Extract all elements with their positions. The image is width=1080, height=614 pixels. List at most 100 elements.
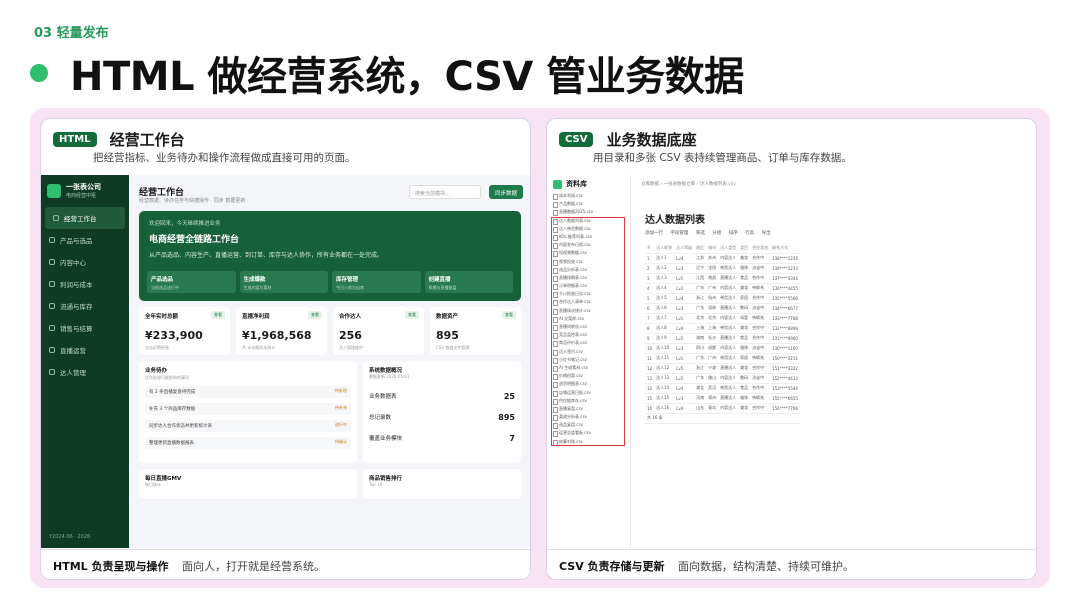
table-cell: 达人5	[654, 293, 675, 304]
kpi-tag[interactable]: 查看	[502, 311, 516, 319]
table-row[interactable]: 10 达人10 Lv3 四川 成都 内容达人 服饰 洽谈中 130****1100	[645, 343, 800, 354]
table-cell: Lv5	[674, 273, 695, 284]
todo-item[interactable]: 有 2 条直播复盘待完成 待处理	[145, 386, 351, 398]
table-cell: 湖北	[694, 383, 707, 394]
column-header[interactable]: 达人昵称	[654, 243, 675, 254]
table-row[interactable]: 3 达人3 Lv5 江西 南昌 直播达人 食品 合作中 137****3344	[645, 273, 800, 284]
table-row[interactable]: 4 达人4 Lv2 广东 广州 内容达人 美妆 待联系 136****4455	[645, 283, 800, 294]
table-cell: Lv2	[674, 333, 695, 344]
sidebar-item-creators[interactable]: 达人管理	[41, 361, 129, 383]
table-cell: 母婴	[738, 313, 751, 324]
column-header[interactable]: 类目	[738, 243, 751, 254]
table-cell: 家居	[738, 353, 751, 364]
file-item[interactable]: 成本利润.csv	[553, 192, 624, 201]
table-cell: 达人3	[654, 273, 675, 284]
sidebar-item-label: 达人管理	[60, 369, 86, 377]
gmv-subtitle: 按日统计	[145, 482, 161, 487]
table-cell: 美妆	[738, 363, 751, 374]
table-row[interactable]: 11 达人11 Lv1 广东 广州 带货达人 家居 待联系 150****2211	[645, 353, 800, 364]
table-row[interactable]: 9 达人9 Lv2 湖南 长沙 直播达人 食品 合作中 131****9900	[645, 333, 800, 344]
table-cell: 江西	[694, 273, 707, 284]
table-cell: 直播达人	[718, 273, 739, 284]
table-cell: 达人13	[654, 373, 675, 384]
table-cell: 广东	[694, 373, 707, 384]
table-cell: 待联系	[750, 393, 771, 404]
tile-label: 产品选品	[151, 277, 174, 283]
hero-tile-live[interactable]: 创建直播 排期与直播复盘	[424, 271, 513, 293]
sync-button[interactable]: 同步数据	[489, 185, 523, 199]
table-row[interactable]: 12 达人12 Lv5 浙江 宁波 直播达人 美妆 合作中 151****3322	[645, 363, 800, 374]
hero-tile-content[interactable]: 生成爆款 生成内容与素材	[239, 271, 328, 293]
kpi-card[interactable]: 合作达人 查看 256 达人管理维护	[333, 307, 424, 355]
todo-item[interactable]: 补充 3 个商品库存数据 待补充	[145, 403, 351, 415]
file-item[interactable]: 产品数据.csv	[553, 200, 624, 209]
explorer-header: 资料库	[553, 179, 624, 189]
column-header[interactable]: 联系方式	[770, 243, 800, 254]
column-header[interactable]: 合作状态	[750, 243, 771, 254]
table-cell: 达人15	[654, 393, 675, 404]
column-header[interactable]: 达人等级	[674, 243, 695, 254]
kpi-card[interactable]: 直播净利润 查看 ¥1,968,568 共 计本期成本统计	[236, 307, 327, 355]
kpi-value: ¥233,900	[145, 329, 203, 342]
table-row[interactable]: 1 达人1 Lv4 江苏 苏州 内容达人 美妆 合作中 138****1234	[645, 253, 800, 264]
hero-tile-inventory[interactable]: 库存管理 今日入库与出库	[332, 271, 421, 293]
table-row[interactable]: 2 达人2 Lv3 辽宁 沈阳 带货达人 服饰 洽谈中 139****2233	[645, 263, 800, 274]
table-toolbar[interactable]: 添加一行 字段管理 筛选 分组 排序 行高 导出	[645, 230, 771, 236]
table-cell: 服饰	[738, 343, 751, 354]
sidebar-item-content[interactable]: 内容中心	[41, 251, 129, 273]
todo-item[interactable]: 同步达人合作状态并更新统计表 进行中	[145, 420, 351, 432]
tile-note: 排期与直播复盘	[428, 285, 457, 290]
table-cell: 139****2233	[770, 263, 800, 274]
html-card-title: 经营工作台	[109, 131, 185, 149]
hero-eyebrow: 欢迎回来，今天继续推进业务	[149, 221, 221, 227]
column-header[interactable]: 达人类型	[718, 243, 739, 254]
table-row[interactable]: 15 达人15 Lv3 河南 郑州 直播达人 服饰 待联系 155****6655	[645, 393, 800, 404]
kpi-tag[interactable]: 查看	[405, 311, 419, 319]
hero-title: 电商经营全链路工作台	[149, 235, 240, 245]
table-row[interactable]: 7 达人7 Lv1 北京 北京 内容达人 母婴 待联系 133****7788	[645, 313, 800, 324]
system-row: 覆盖业务模块 7	[369, 434, 515, 443]
table-cell: 134****6677	[770, 303, 800, 314]
table-cell: Lv4	[674, 253, 695, 264]
table-cell: 达人9	[654, 333, 675, 344]
file-explorer: 资料库 成本利润.csv 产品数据.csv 直播数据2025.csv 达人数据列表.c…	[547, 175, 631, 548]
company-name: 一张表公司	[66, 183, 101, 191]
product-rank-subtitle: Top 10	[369, 482, 383, 487]
system-panel: 系统数据概况 数据更新 2026-05-01 业务数据表 25 总记录数 895 覆…	[363, 361, 521, 463]
table-row[interactable]: 6 达人6 Lv3 广东 深圳 直播达人 数码 洽谈中 134****6677	[645, 303, 800, 314]
table-cell: 156****7766	[770, 403, 800, 414]
company-logo[interactable]: 一张表公司 电商经营中枢	[41, 175, 129, 207]
search-input[interactable]: 搜索当前模块…	[409, 185, 481, 199]
table-cell: 美妆	[738, 403, 751, 414]
table-cell: 达人2	[654, 263, 675, 274]
table-cell: 山东	[694, 403, 707, 414]
table-row[interactable]: 14 达人14 Lv4 湖北 武汉 带货达人 食品 合作中 153****5544	[645, 383, 800, 394]
hero-tile-products[interactable]: 产品选品 当前选品进行中	[147, 271, 236, 293]
file-item[interactable]: 直播数据2025.csv	[553, 208, 624, 217]
kpi-card[interactable]: 数据资产 查看 895 CSV 数据文件管理	[430, 307, 521, 355]
table-cell: 12	[645, 363, 655, 374]
system-value: 25	[503, 392, 515, 401]
box-icon	[49, 237, 55, 243]
column-header[interactable]: #	[645, 243, 655, 254]
table-cell: Lv4	[674, 293, 695, 304]
table-row[interactable]: 16 达人16 Lv4 山东 青岛 内容达人 美妆 合作中 156****7766	[645, 403, 800, 414]
kpi-card[interactable]: 全年实时总额 查看 ¥233,900 全店近期经营	[139, 307, 230, 355]
table-cell: 郑州	[706, 393, 719, 404]
todo-item[interactable]: 整理更新直播数据报表 待确认	[145, 437, 351, 449]
sidebar-item-workbench[interactable]: 经营工作台	[45, 207, 125, 229]
table-cell: 上海	[706, 323, 719, 334]
column-header[interactable]: 地区	[694, 243, 707, 254]
table-row[interactable]: 5 达人5 Lv4 浙江 杭州 带货达人 家居 合作中 135****5566	[645, 293, 800, 304]
sidebar-item-inventory[interactable]: 流通与库存	[41, 295, 129, 317]
table-cell: 数码	[738, 373, 751, 384]
sidebar-item-sales[interactable]: 销售与结算	[41, 317, 129, 339]
kpi-tag[interactable]: 查看	[308, 311, 322, 319]
sidebar-item-products[interactable]: 产品与选品	[41, 229, 129, 251]
sidebar-item-profit[interactable]: 利润与成本	[41, 273, 129, 295]
table-row[interactable]: 8 达人8 Lv4 上海 上海 带货达人 美妆 合作中 132****8899	[645, 323, 800, 334]
column-header[interactable]: 城市	[706, 243, 719, 254]
sidebar-item-live[interactable]: 直播运营	[41, 339, 129, 361]
table-row[interactable]: 13 达人13 Lv2 广东 佛山 内容达人 数码 洽谈中 152****4433	[645, 373, 800, 384]
kpi-tag[interactable]: 查看	[211, 311, 225, 319]
